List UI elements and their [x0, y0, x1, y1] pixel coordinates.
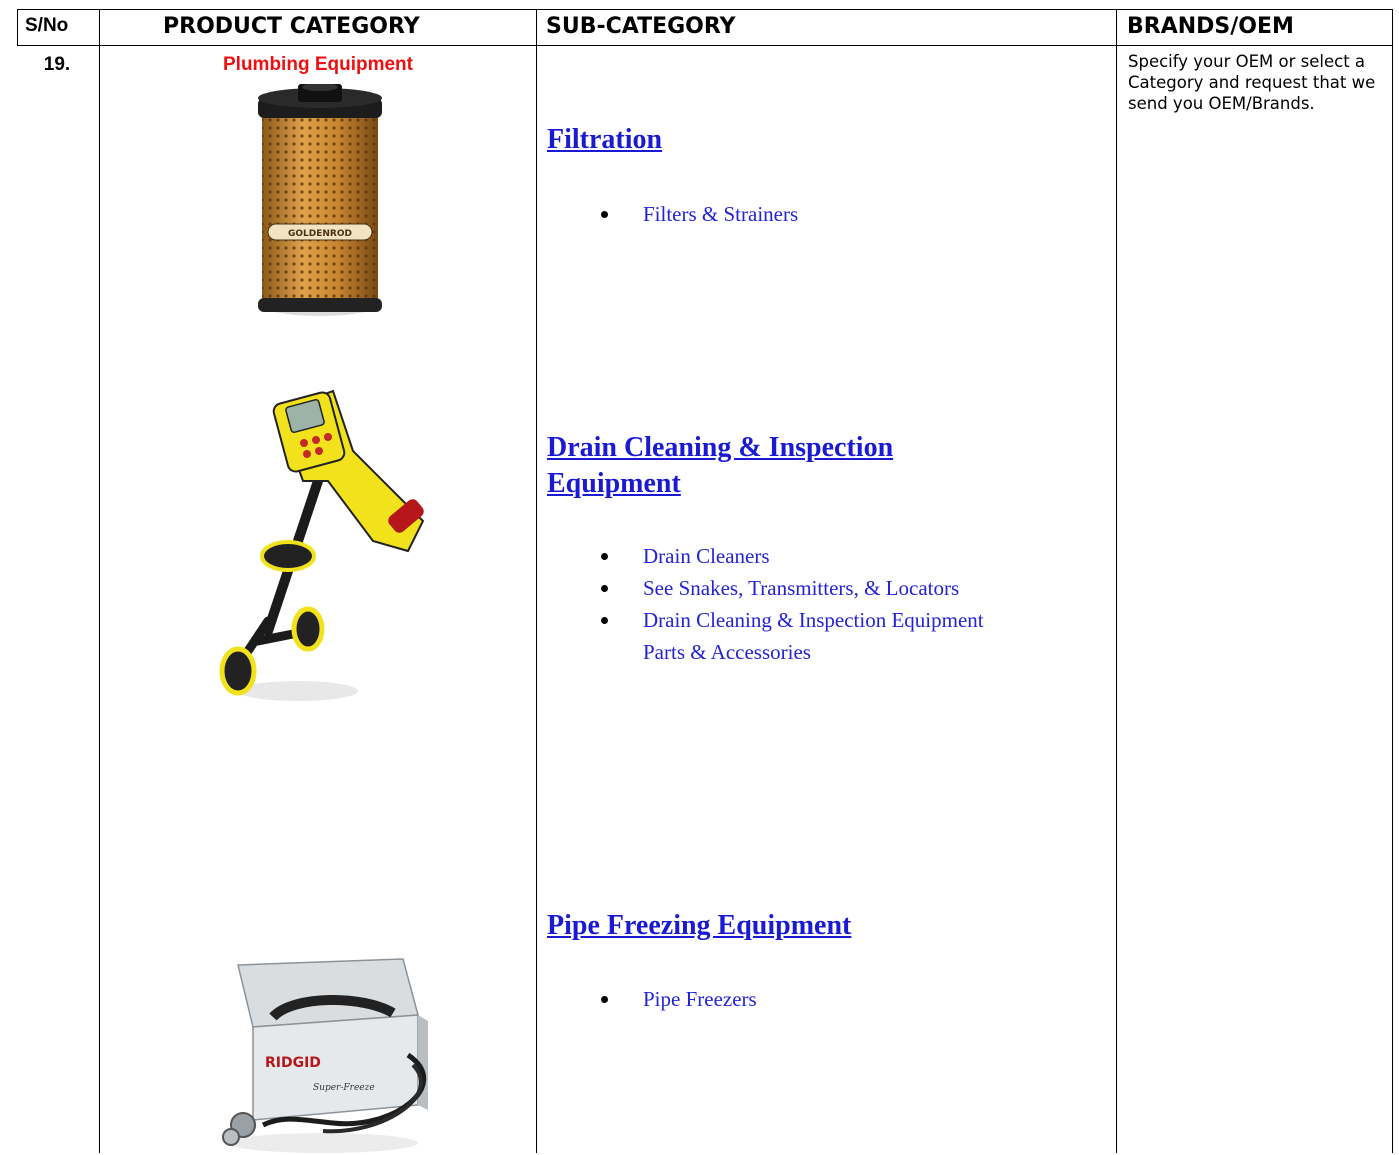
locator-device-image: [219, 389, 425, 701]
subcategory-link-drain-cleaning[interactable]: Drain Cleaning & Inspection Equipment: [547, 430, 893, 502]
list-item-label-continued: Parts & Accessories: [643, 640, 811, 664]
list-item-snakes-locators[interactable]: See Snakes, Transmitters, & Locators: [595, 572, 984, 604]
header-brands: BRANDS/OEM: [1127, 14, 1294, 39]
list-item-pipe-freezers[interactable]: Pipe Freezers: [595, 983, 757, 1015]
drain-item-list: Drain Cleaners See Snakes, Transmitters,…: [595, 540, 984, 668]
pipe-freezer-image: RIDGID Super-Freeze: [222, 958, 428, 1153]
col-divider-1: [99, 9, 100, 1153]
filter-cartridge-image: GOLDENROD: [258, 84, 382, 316]
filtration-item-list: Filters & Strainers: [595, 198, 798, 230]
row-number: 19.: [43, 54, 71, 75]
brands-note: Specify your OEM or select a Category an…: [1128, 52, 1376, 113]
catalog-table: S/No PRODUCT CATEGORY SUB-CATEGORY BRAND…: [0, 0, 1399, 1153]
table-left-border: [17, 9, 18, 46]
subcategory-title: Pipe Freezing Equipment: [547, 910, 852, 941]
goldenrod-logo: GOLDENROD: [288, 229, 352, 239]
list-item-label: Drain Cleaning & Inspection Equipment: [643, 608, 984, 632]
list-item-filters-strainers[interactable]: Filters & Strainers: [595, 198, 798, 230]
table-right-border: [1392, 9, 1393, 1153]
list-item-label: Pipe Freezers: [643, 987, 757, 1011]
header-sno: S/No: [25, 15, 69, 36]
ridgid-logo: RIDGID: [265, 1055, 321, 1071]
list-item-label: Filters & Strainers: [643, 202, 799, 226]
list-item-drain-parts[interactable]: Drain Cleaning & Inspection Equipment Par…: [595, 604, 984, 668]
col-divider-3: [1116, 9, 1117, 1153]
subcategory-link-filtration[interactable]: Filtration: [547, 122, 662, 158]
bullet-icon: [601, 996, 608, 1003]
bullet-icon: [601, 617, 608, 624]
bullet-icon: [601, 211, 608, 218]
header-sub-category: SUB-CATEGORY: [546, 14, 736, 39]
subcategory-link-pipe-freezing[interactable]: Pipe Freezing Equipment: [547, 908, 851, 944]
bullet-icon: [601, 585, 608, 592]
subcategory-title-line2: Equipment: [547, 468, 681, 499]
subcategory-title: Filtration: [547, 124, 663, 155]
subcategory-title-line1: Drain Cleaning & Inspection: [547, 432, 894, 463]
category-title: Plumbing Equipment: [223, 54, 413, 75]
list-item-label: See Snakes, Transmitters, & Locators: [643, 576, 960, 600]
pipe-freezing-item-list: Pipe Freezers: [595, 983, 757, 1015]
header-product-category: PRODUCT CATEGORY: [163, 14, 420, 39]
table-top-border: [17, 9, 1393, 10]
list-item-label: Drain Cleaners: [643, 544, 770, 568]
list-item-drain-cleaners[interactable]: Drain Cleaners: [595, 540, 984, 572]
header-bottom-border: [17, 45, 1393, 46]
bullet-icon: [601, 553, 608, 560]
col-divider-2: [536, 9, 537, 1153]
super-freeze-label: Super-Freeze: [313, 1083, 375, 1093]
